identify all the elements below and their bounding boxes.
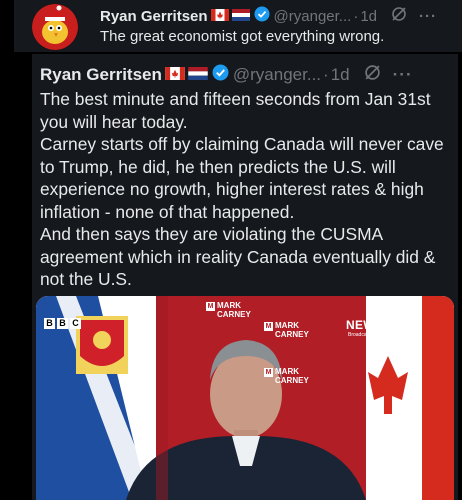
more-icon[interactable]: ··· [419, 8, 437, 25]
backdrop-banner: M MARK CARNEY [264, 322, 309, 339]
banner-logo-icon: M [264, 368, 273, 377]
netherlands-flag-icon [188, 65, 208, 85]
bbc-letter: C [70, 318, 81, 329]
video-player[interactable]: B B C M MARK CARNEY M MARK CARNEY M MARK CA… [36, 296, 454, 500]
more-icon[interactable]: ··· [393, 65, 413, 85]
banner-line: MARK [217, 301, 241, 310]
top-tweet-card[interactable]: Ryan Gerritsen @ryanger... · 1d ··· The … [14, 0, 462, 52]
news-subtitle: Broadcast 31.01.2025 [348, 332, 397, 338]
tweet-paragraph: And then says they are violating the CUS… [40, 224, 436, 289]
canada-flag-icon [210, 8, 229, 25]
tweet-text: The best minute and fifteen seconds from… [40, 88, 454, 291]
tweet-paragraph: The best minute and fifteen seconds from… [40, 89, 431, 132]
canada-flag-icon [165, 65, 185, 85]
tweet-text: The great economist got everything wrong… [100, 28, 385, 45]
bbc-logo: B B C [44, 318, 81, 329]
quoted-tweet-card[interactable]: Ryan Gerritsen @ryanger... · 1d ··· The … [32, 54, 458, 500]
verified-badge-icon [212, 64, 229, 86]
author-name[interactable]: Ryan Gerritsen [100, 8, 208, 25]
banner-line: CARNEY [217, 310, 251, 319]
grok-icon[interactable] [391, 6, 407, 26]
author-handle[interactable]: @ryanger... [274, 8, 352, 25]
banner-line: MARK [275, 321, 299, 330]
netherlands-flag-icon [231, 8, 250, 25]
verified-badge-icon [254, 6, 270, 26]
author-handle[interactable]: @ryanger... [233, 65, 321, 85]
bbc-letter: B [44, 318, 55, 329]
banner-line: MARK [275, 367, 299, 376]
timestamp[interactable]: 1d [360, 8, 377, 25]
tweet-paragraph: Carney starts off by claiming Canada wil… [40, 134, 444, 222]
author-name[interactable]: Ryan Gerritsen [40, 65, 162, 85]
backdrop-banner: M MARK CARNEY [264, 368, 309, 385]
grok-icon[interactable] [364, 64, 381, 86]
separator: · [353, 7, 359, 25]
separator: · [323, 65, 329, 84]
backdrop-banner: M MARK CARNEY [206, 302, 251, 319]
banner-line: CARNEY [275, 376, 309, 385]
captions-icon[interactable]: CC [385, 314, 402, 328]
avatar[interactable] [32, 4, 78, 50]
timestamp[interactable]: 1d [331, 65, 350, 85]
banner-logo-icon: M [206, 302, 215, 311]
banner-logo-icon: M [264, 322, 273, 331]
mute-icon[interactable] [387, 482, 403, 499]
bbc-letter: B [57, 318, 68, 329]
banner-line: CARNEY [275, 330, 309, 339]
